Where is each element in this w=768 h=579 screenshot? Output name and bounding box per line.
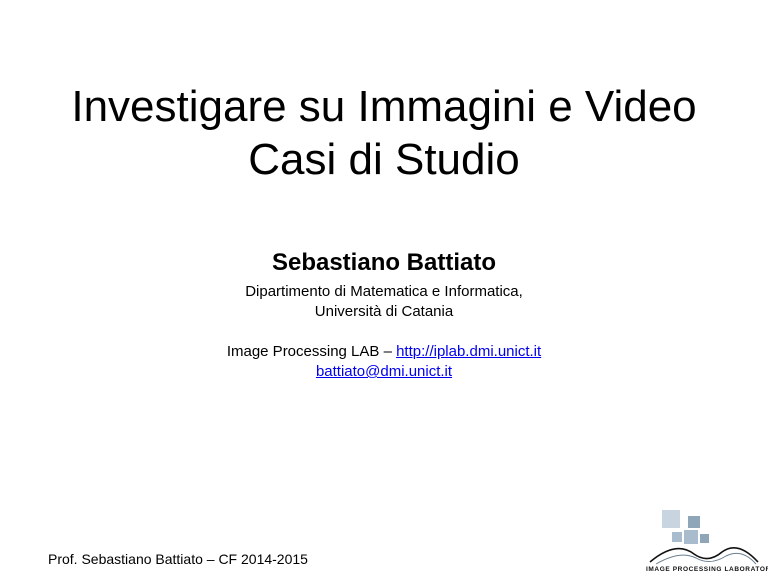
slide: Investigare su Immagini e Video Casi di …: [0, 0, 768, 576]
logo-square-4: [684, 530, 698, 544]
affiliation-line-1: Dipartimento di Matematica e Informatica…: [245, 283, 523, 300]
logo-square-3: [688, 516, 700, 528]
logo-wave: [649, 546, 759, 563]
logo-square-1: [662, 510, 680, 528]
slide-title: Investigare su Immagini e Video Casi di …: [20, 80, 748, 186]
lab-line: Image Processing LAB – http://iplab.dmi.…: [0, 342, 768, 362]
lab-prefix: Image Processing LAB –: [226, 343, 397, 360]
title-line-1: Investigare su Immagini e Video: [71, 82, 697, 131]
affiliation: Dipartimento di Matematica e Informatica…: [0, 282, 768, 322]
logo-square-2: [672, 532, 682, 542]
title-line-2: Casi di Studio: [248, 135, 520, 184]
logo-text: IMAGE PROCESSING LABORATORY: [646, 566, 768, 573]
logo-graphic: [649, 510, 759, 565]
affiliation-line-2: Università di Catania: [314, 303, 454, 320]
logo-square-5: [700, 534, 709, 543]
footer-text: Prof. Sebastiano Battiato – CF 2014-2015: [48, 551, 308, 567]
lab-info: Image Processing LAB – http://iplab.dmi.…: [0, 342, 768, 382]
lab-url-link[interactable]: http://iplab.dmi.unict.it: [396, 343, 541, 360]
author-name: Sebastiano Battiato: [271, 249, 497, 276]
iplab-logo: IMAGE PROCESSING LABORATORY: [646, 510, 768, 574]
email-link[interactable]: battiato@dmi.unict.it: [316, 363, 452, 380]
